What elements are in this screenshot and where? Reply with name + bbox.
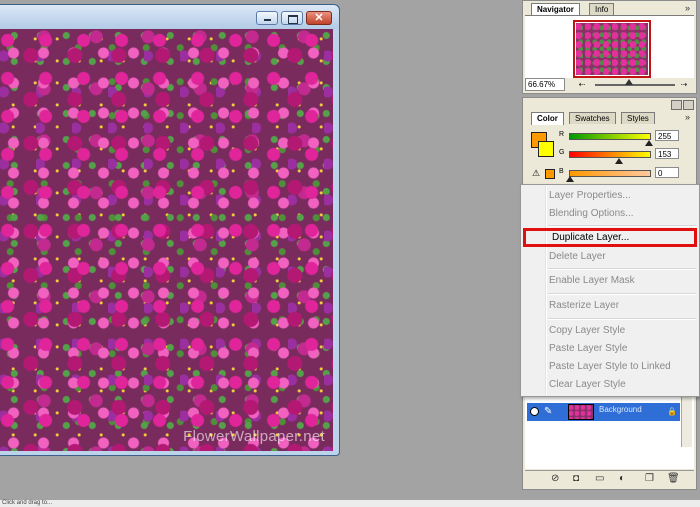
menu-item-clear-layer-style[interactable]: Clear Layer Style: [549, 377, 695, 393]
navigator-preview-area: [525, 15, 694, 78]
layer-style-icon[interactable]: ⊘: [551, 473, 559, 484]
maximize-icon: [282, 12, 302, 24]
menu-item-duplicate-layer[interactable]: Duplicate Layer...: [523, 228, 697, 247]
menu-item-enable-layer-mask[interactable]: Enable Layer Mask: [549, 273, 695, 289]
channel-label-r: R: [559, 131, 565, 138]
menu-item-layer-properties[interactable]: Layer Properties...: [549, 188, 695, 204]
channel-label-b: B: [559, 168, 564, 175]
background-color-swatch[interactable]: [538, 141, 554, 157]
close-icon: ✕: [314, 12, 324, 24]
tab-styles[interactable]: Styles: [621, 112, 655, 124]
minimize-button[interactable]: [256, 11, 278, 25]
blue-value-field[interactable]: 0: [655, 167, 679, 178]
zoom-in-icon[interactable]: ⇢: [677, 79, 691, 90]
layer-context-menu: Layer Properties... Blending Options... …: [520, 184, 700, 397]
tab-info[interactable]: Info: [589, 3, 615, 15]
blue-slider-knob[interactable]: [566, 176, 574, 182]
menu-item-copy-layer-style[interactable]: Copy Layer Style: [549, 323, 695, 339]
menu-item-paste-layer-style-to-linked[interactable]: Paste Layer Style to Linked: [549, 359, 695, 375]
layer-name: Background: [599, 405, 642, 414]
close-button[interactable]: ✕: [306, 11, 332, 25]
zoom-slider-knob[interactable]: [625, 79, 633, 85]
maximize-button[interactable]: [281, 11, 303, 25]
palette-minimize-icon[interactable]: [671, 100, 682, 110]
new-group-icon[interactable]: ▭: [595, 473, 604, 484]
layer-row-background[interactable]: ✎ Background 🔒: [527, 403, 680, 421]
tab-swatches[interactable]: Swatches: [569, 112, 616, 124]
status-bar: Click and drag to...: [0, 500, 700, 507]
navigator-tabbar: Navigator Info »: [525, 1, 694, 16]
menu-separator: [548, 225, 696, 227]
layers-footer-toolbar: ⊘ ◘ ▭ ◐ ❐ 🗑: [525, 470, 694, 487]
tab-color[interactable]: Color: [531, 112, 564, 125]
trash-icon[interactable]: 🗑: [667, 473, 680, 484]
green-channel-slider[interactable]: [569, 151, 651, 158]
image-canvas[interactable]: FlowerWallpaper.net: [0, 29, 333, 451]
layer-mask-icon[interactable]: ◘: [573, 473, 579, 484]
palette-menu-arrow-icon[interactable]: »: [685, 112, 690, 122]
palette-menu-arrow-icon[interactable]: »: [685, 3, 690, 13]
palette-close-icon[interactable]: [683, 100, 694, 110]
lock-icon: 🔒: [667, 407, 677, 416]
green-slider-knob[interactable]: [615, 158, 623, 164]
red-channel-slider[interactable]: [569, 133, 651, 140]
navigator-view-box[interactable]: [573, 20, 651, 78]
menu-separator: [548, 293, 696, 295]
paintbrush-icon[interactable]: ✎: [544, 406, 552, 417]
menu-item-rasterize-layer[interactable]: Rasterize Layer: [549, 298, 695, 314]
channel-label-g: G: [559, 149, 565, 156]
minimize-icon: [257, 12, 277, 24]
layer-thumbnail: [568, 404, 594, 420]
zoom-out-icon[interactable]: ⇠: [575, 79, 589, 90]
zoom-slider[interactable]: [595, 79, 675, 86]
red-value-field[interactable]: 255: [655, 130, 679, 141]
adjustment-layer-icon[interactable]: ◐: [619, 473, 625, 484]
red-slider-knob[interactable]: [645, 140, 653, 146]
color-palette: Color Swatches Styles » R 255 G 153 ⚠ B …: [522, 97, 697, 185]
navigator-palette: Navigator Info » 66.67% ⇠ ⇢: [522, 0, 697, 94]
out-of-gamut-warning-icon[interactable]: ⚠: [532, 168, 540, 179]
green-value-field[interactable]: 153: [655, 148, 679, 159]
new-layer-icon[interactable]: ❐: [645, 473, 654, 484]
gamut-color-swatch[interactable]: [545, 169, 555, 179]
menu-separator: [548, 318, 696, 320]
menu-item-delete-layer[interactable]: Delete Layer: [549, 249, 695, 265]
menu-item-blending-options[interactable]: Blending Options...: [549, 206, 695, 222]
document-window: ✕ FlowerWallpaper.net: [0, 4, 340, 456]
navigator-thumbnail: [576, 23, 648, 75]
document-titlebar[interactable]: ✕: [0, 5, 339, 29]
zoom-field[interactable]: 66.67%: [525, 78, 565, 91]
color-tabbar: Color Swatches Styles »: [525, 110, 694, 125]
blue-channel-slider[interactable]: [569, 170, 651, 177]
menu-item-paste-layer-style[interactable]: Paste Layer Style: [549, 341, 695, 357]
visibility-eye-icon[interactable]: [530, 407, 539, 416]
image-watermark: FlowerWallpaper.net: [183, 428, 325, 445]
menu-separator: [548, 268, 696, 270]
